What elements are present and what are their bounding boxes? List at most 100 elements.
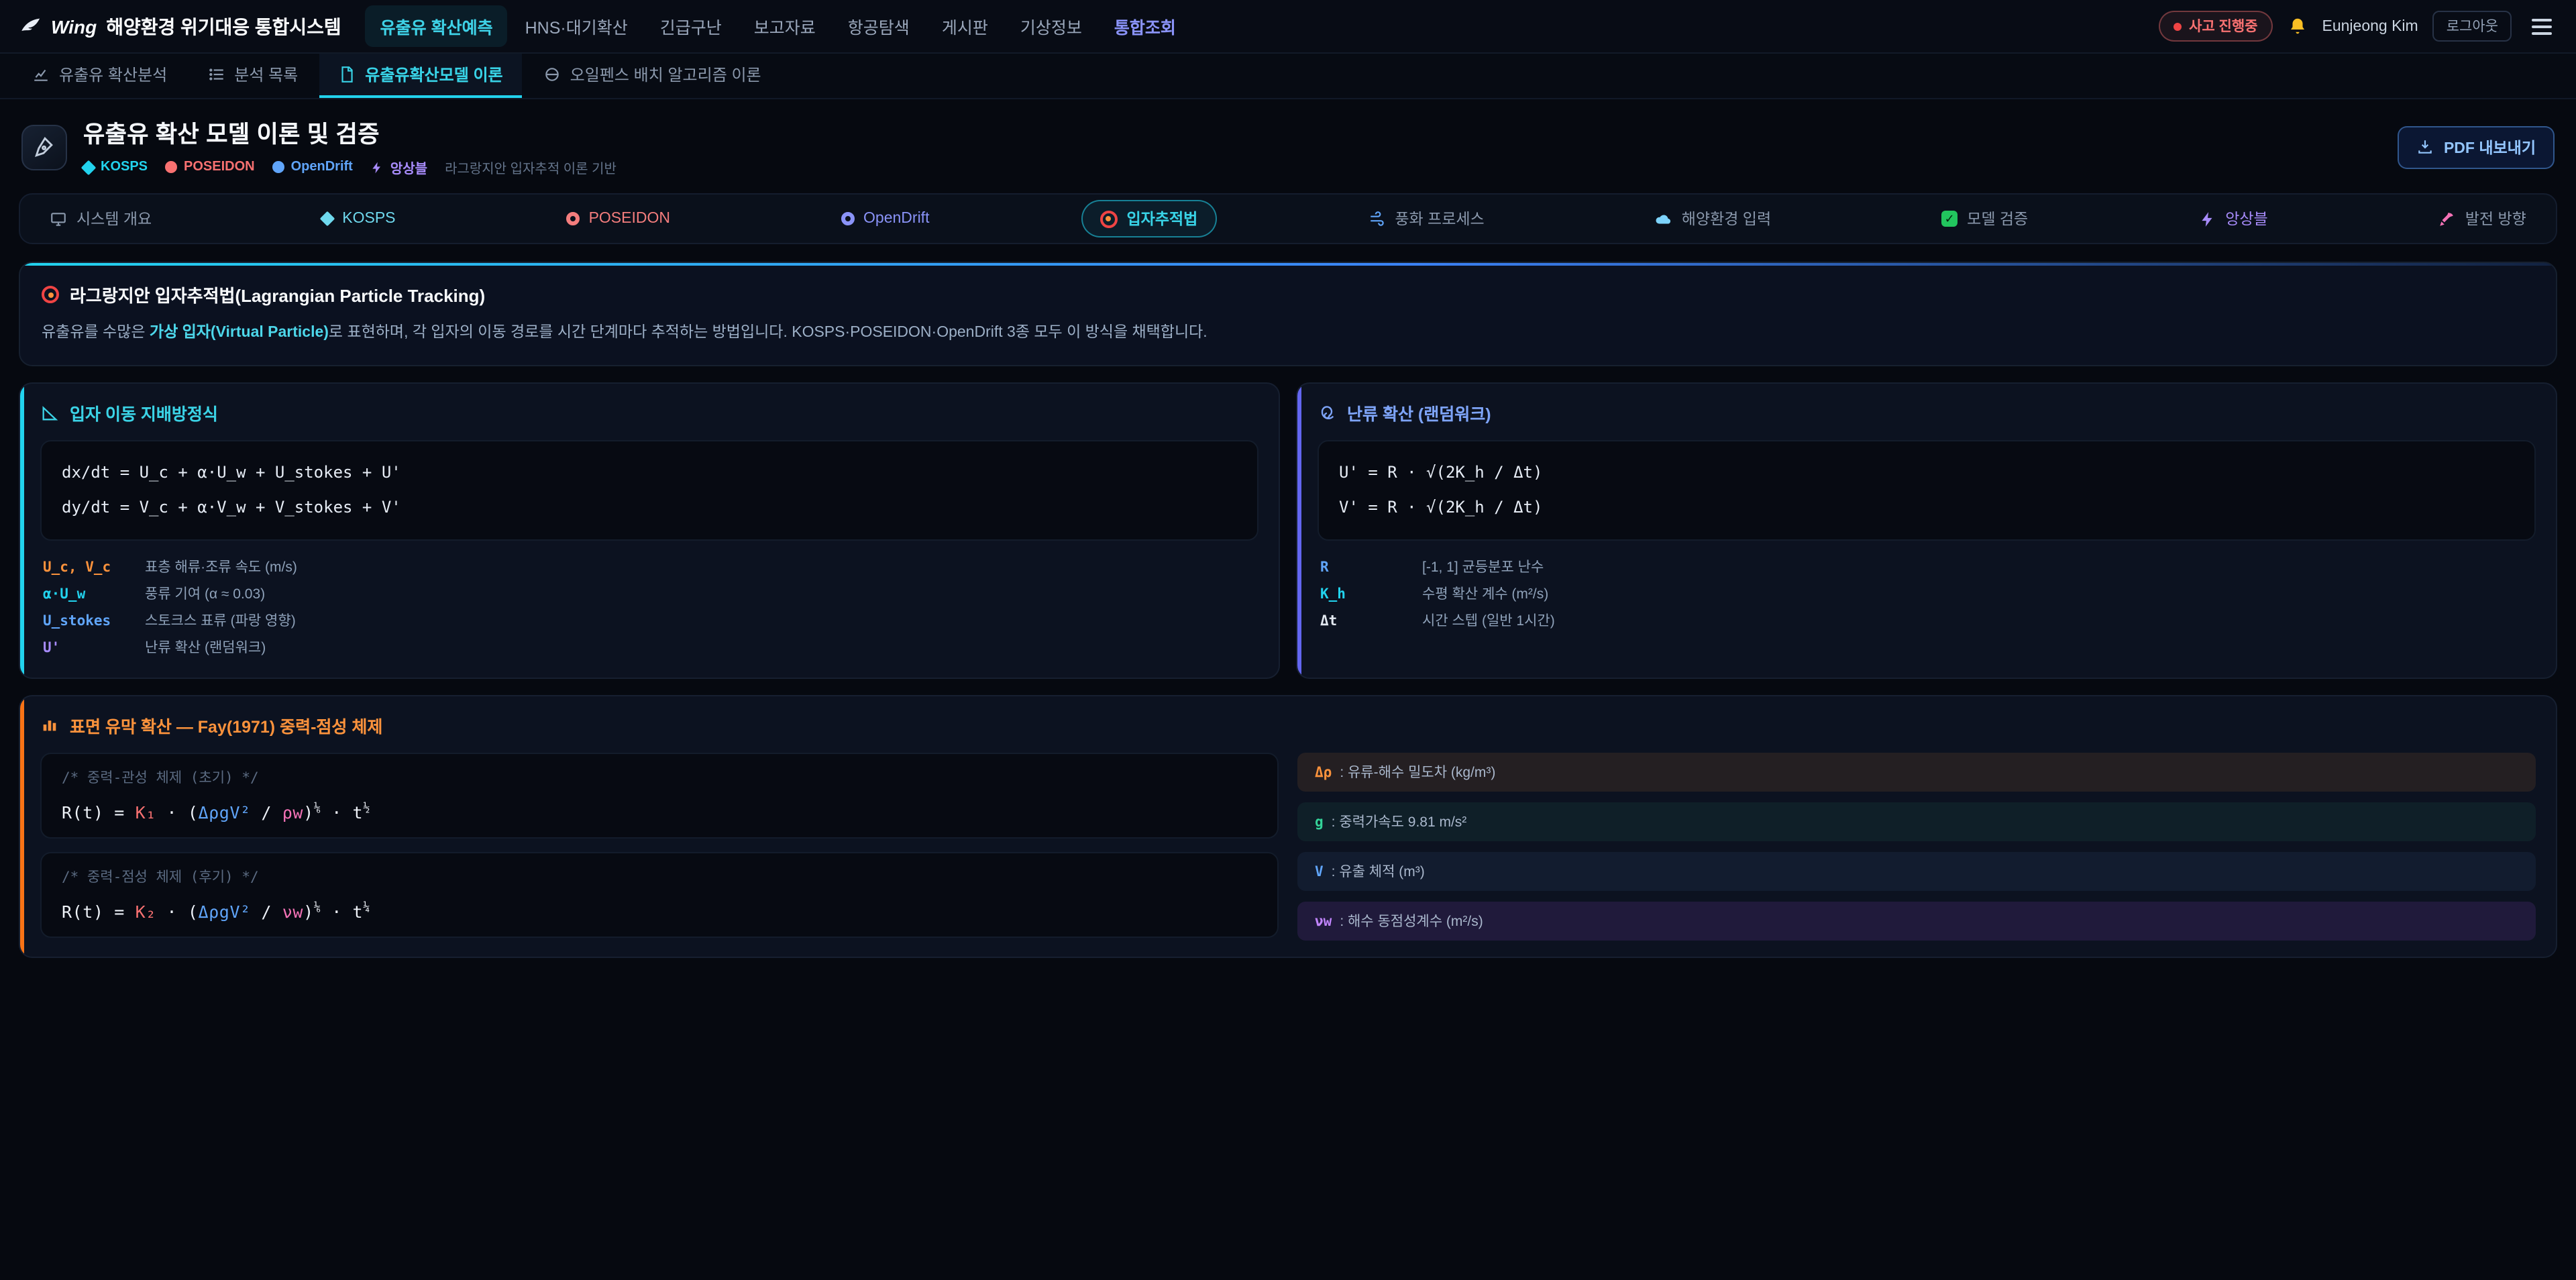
- card-title: 표면 유막 확산 — Fay(1971) 중력-점성 체제: [70, 712, 382, 738]
- check-icon: ✓: [1941, 211, 1957, 227]
- legend-desc: [-1, 1] 균등분포 난수: [1422, 557, 1544, 578]
- section-tab-particle-tracking[interactable]: 입자추적법: [1081, 200, 1217, 237]
- legend-term: U_stokes: [43, 614, 129, 630]
- logo-wordmark: Wing: [51, 15, 97, 37]
- sub-tab-bar: 유출유 확산분석 분석 목록 유출유확산모델 이론 오일펜스 배치 알고리즘 이…: [0, 54, 2576, 99]
- parameter-chip-gravity: g : 중력가속도 9.81 m/s²: [1297, 802, 2536, 841]
- fay-formula: R(t) = K₂ · (ΔρgV² / νw)⅙ · t¼: [62, 902, 370, 922]
- user-name: Eunjeong Kim: [2322, 18, 2418, 34]
- legend-row: U_c, V_c 표층 해류·조류 속도 (m/s): [40, 554, 1258, 581]
- section-tab-label: KOSPS: [342, 211, 395, 227]
- app-root: Wing 해양환경 위기대응 통합시스템 유출유 확산예측 HNS·대기확산 긴…: [0, 0, 2576, 1280]
- card-title-row: 난류 확산 (랜덤워크): [1318, 401, 2536, 426]
- legend-term: U': [43, 641, 129, 657]
- nav-item-hns-atmospheric[interactable]: HNS·대기확산: [511, 5, 643, 47]
- tab-spill-analysis[interactable]: 유출유 확산분석: [13, 54, 186, 98]
- legend-desc: 수평 확산 계수 (m²/s): [1422, 584, 1548, 604]
- dot-icon: [272, 161, 284, 173]
- legend-desc: 스토크스 표류 (파랑 영향): [145, 611, 296, 631]
- intro-text: 유출유를 수많은: [42, 325, 150, 341]
- badge-poseidon: POSEIDON: [165, 160, 255, 174]
- chip-desc: : 유류-해수 밀도차 (kg/m³): [1340, 762, 1495, 782]
- card-title: 입자 이동 지배방정식: [70, 401, 218, 426]
- legend-desc: 난류 확산 (랜덤워크): [145, 638, 266, 658]
- equation-line: dy/dt = V_c + α·V_w + V_stokes + V': [62, 490, 1237, 524]
- nav-item-weather-info[interactable]: 기상정보: [1006, 5, 1097, 47]
- boom-ring-icon: [543, 66, 561, 83]
- symbol-legend: R [-1, 1] 균등분포 난수 K_h 수평 확산 계수 (m²/s) Δt…: [1318, 554, 2536, 635]
- section-tab-label: 시스템 개요: [76, 208, 152, 229]
- equation-line: U' = R · √(2K_h / Δt): [1339, 457, 2514, 490]
- random-walk-equation-block: U' = R · √(2K_h / Δt) V' = R · √(2K_h / …: [1318, 441, 2536, 541]
- badge-opendrift: OpenDrift: [272, 160, 353, 174]
- badge-kosps: KOSPS: [83, 160, 148, 174]
- turbulent-diffusion-card: 난류 확산 (랜덤워크) U' = R · √(2K_h / Δt) V' = …: [1296, 383, 2557, 679]
- bar-chart-icon: [40, 716, 59, 735]
- section-tab-model-validation[interactable]: ✓ 모델 검증: [1923, 200, 2047, 237]
- menu-icon[interactable]: [2526, 13, 2557, 40]
- swirl-icon: [1318, 404, 1336, 423]
- section-tab-weathering-process[interactable]: 풍화 프로세스: [1349, 200, 1503, 237]
- section-tab-system-overview[interactable]: 시스템 개요: [31, 200, 170, 237]
- incident-dot-icon: [2173, 22, 2181, 30]
- fay-formula-block-late: /* 중력-점성 체제 (후기) */ R(t) = K₂ · (ΔρgV² /…: [40, 852, 1279, 938]
- tab-oil-fence-algorithm-theory[interactable]: 오일펜스 배치 알고리즘 이론: [525, 54, 780, 98]
- section-tab-poseidon[interactable]: POSEIDON: [547, 203, 689, 235]
- legend-desc: 표층 해류·조류 속도 (m/s): [145, 557, 297, 578]
- legend-desc: 시간 스텝 (일반 1시간): [1422, 611, 1555, 631]
- nav-item-integrated-search[interactable]: 통합조회: [1099, 5, 1191, 47]
- section-tab-opendrift[interactable]: OpenDrift: [822, 203, 948, 235]
- badge-label: OpenDrift: [291, 160, 353, 174]
- list-icon: [207, 66, 225, 83]
- parameter-chip-kinematic-viscosity: νw : 해수 동점성계수 (m²/s): [1297, 902, 2536, 941]
- legend-row: Δt 시간 스텝 (일반 1시간): [1318, 608, 2536, 635]
- nav-item-reports[interactable]: 보고자료: [739, 5, 830, 47]
- legend-row: R [-1, 1] 균등분포 난수: [1318, 554, 2536, 581]
- notifications-bell-icon[interactable]: [2288, 16, 2308, 36]
- section-tab-future-direction[interactable]: 발전 방향: [2420, 200, 2545, 237]
- app-logo[interactable]: Wing 해양환경 위기대응 통합시스템: [19, 13, 341, 40]
- nav-item-emergency-rescue[interactable]: 긴급구난: [645, 5, 737, 47]
- pen-nib-icon: [33, 136, 56, 158]
- diamond-icon: [320, 211, 335, 227]
- card-title-row: 표면 유막 확산 — Fay(1971) 중력-점성 체제: [40, 712, 2536, 738]
- section-tab-label: OpenDrift: [863, 211, 929, 227]
- fay-formula: R(t) = K₁ · (ΔρgV² / ρw)⅙ · t½: [62, 802, 370, 822]
- monitor-icon: [50, 210, 67, 227]
- intro-highlight: 가상 입자(Virtual Particle): [150, 325, 329, 341]
- chip-term: νw: [1315, 914, 1332, 930]
- topnav-right-cluster: 사고 진행중 Eunjeong Kim 로그아웃: [2158, 11, 2557, 42]
- section-tab-kosps[interactable]: KOSPS: [303, 203, 414, 235]
- download-icon: [2417, 138, 2434, 156]
- nav-item-aerial-search[interactable]: 항공탐색: [833, 5, 924, 47]
- section-tab-label: 모델 검증: [1967, 208, 2028, 229]
- pdf-export-label: PDF 내보내기: [2444, 136, 2536, 158]
- section-tab-label: 해양환경 입력: [1682, 208, 1771, 229]
- fay-formula-column: /* 중력-관성 체제 (초기) */ R(t) = K₁ · (ΔρgV² /…: [40, 753, 1279, 938]
- section-tab-label: 앙상블: [2225, 208, 2268, 229]
- section-tab-ensemble[interactable]: 앙상블: [2180, 200, 2287, 237]
- intro-title: 라그랑지안 입자추적법(Lagrangian Particle Tracking…: [70, 282, 485, 307]
- intro-text: 로 표현하며, 각 입자의 이동 경로를 시간 단계마다 추적하는 방법입니다.…: [329, 325, 1208, 341]
- legend-term: R: [1320, 560, 1406, 576]
- tab-diffusion-model-theory[interactable]: 유출유확산모델 이론: [319, 54, 521, 98]
- lagrangian-intro-panel: 라그랑지안 입자추적법(Lagrangian Particle Tracking…: [19, 262, 2557, 367]
- nav-item-board[interactable]: 게시판: [927, 5, 1003, 47]
- equation-line: dx/dt = U_c + α·U_w + U_stokes + U': [62, 457, 1237, 490]
- parameter-chip-density-difference: Δρ : 유류-해수 밀도차 (kg/m³): [1297, 753, 2536, 792]
- pdf-export-button[interactable]: PDF 내보내기: [2398, 125, 2555, 168]
- section-tab-label: 발전 방향: [2465, 208, 2526, 229]
- tab-analysis-list[interactable]: 분석 목록: [189, 54, 317, 98]
- fay-content-grid: /* 중력-관성 체제 (초기) */ R(t) = K₁ · (ΔρgV² /…: [40, 753, 2536, 941]
- intro-body: 유출유를 수많은 가상 입자(Virtual Particle)로 표현하며, …: [42, 321, 2534, 345]
- logout-button[interactable]: 로그아웃: [2433, 11, 2512, 42]
- particle-motion-card: 입자 이동 지배방정식 dx/dt = U_c + α·U_w + U_stok…: [19, 383, 1280, 679]
- nav-item-oil-spill-prediction[interactable]: 유출유 확산예측: [366, 5, 508, 47]
- badge-ensemble: 앙상블: [370, 157, 427, 177]
- page-title: 유출유 확산 모델 이론 및 검증: [83, 117, 616, 150]
- section-tab-marine-environment-input[interactable]: 해양환경 입력: [1636, 200, 1790, 237]
- diamond-icon: [81, 160, 97, 175]
- legend-row: K_h 수평 확산 계수 (m²/s): [1318, 581, 2536, 608]
- wind-icon: [1368, 210, 1385, 227]
- incident-status-badge[interactable]: 사고 진행중: [2158, 11, 2272, 42]
